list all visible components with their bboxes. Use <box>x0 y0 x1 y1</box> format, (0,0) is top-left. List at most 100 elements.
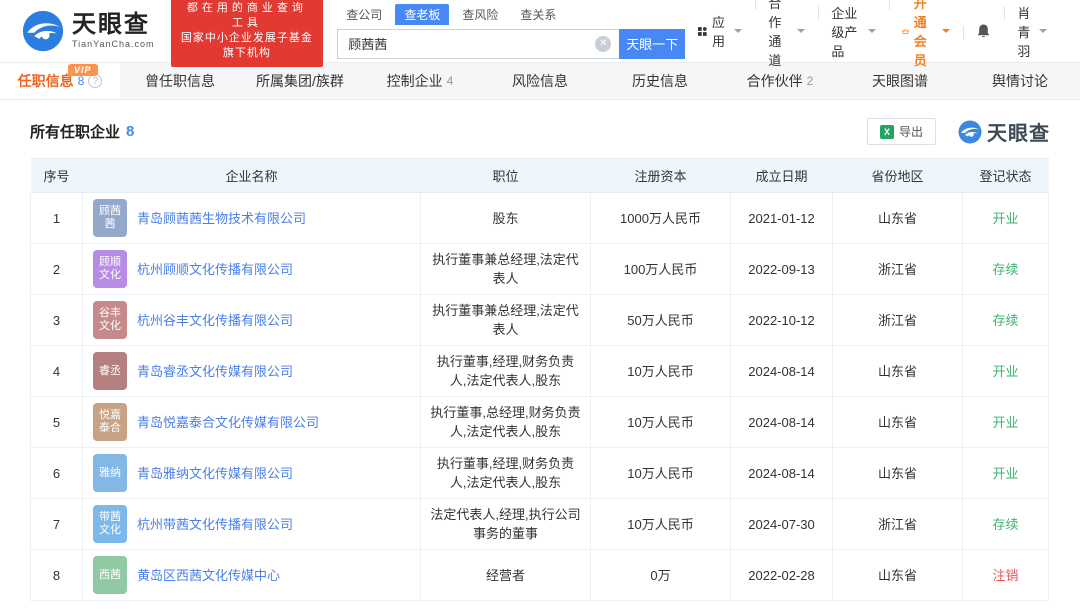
capital-cell: 10万人民币 <box>591 397 731 448</box>
profile-nav: 任职信息 8 ? VIP 曾任职信息 所属集团/族群 控制企业 4 风险信息 历… <box>0 62 1080 100</box>
tab-controlled-companies[interactable]: 控制企业 4 <box>360 63 480 99</box>
vip-badge: VIP <box>68 64 98 76</box>
chevron-down-icon <box>734 29 742 37</box>
bell-icon <box>976 23 991 39</box>
tab-risk-info[interactable]: 风险信息 <box>480 63 600 99</box>
tab-count: 2 <box>807 74 814 88</box>
menu-apps-label: 应用 <box>712 12 729 50</box>
search-tabs: 查公司 查老板 查风险 查关系 <box>337 4 685 25</box>
notification-bell[interactable] <box>963 23 1004 39</box>
table-row: 2 顾顺文化 杭州顾顺文化传播有限公司 执行董事兼总经理,法定代表人 100万人… <box>31 244 1049 295</box>
company-logo: 顾茜茜 <box>93 199 127 237</box>
date-cell: 2022-09-13 <box>731 244 833 295</box>
company-link[interactable]: 青岛雅纳文化传媒有限公司 <box>137 464 293 483</box>
province-cell: 山东省 <box>833 448 963 499</box>
status-cell: 存续 <box>963 295 1049 346</box>
position-cell: 执行董事兼总经理,法定代表人 <box>421 295 591 346</box>
status-cell: 开业 <box>963 397 1049 448</box>
crown-icon <box>902 25 909 38</box>
tianyancha-watermark: 天眼查 <box>958 117 1050 146</box>
status-cell: 开业 <box>963 448 1049 499</box>
clear-search-icon[interactable]: ✕ <box>595 36 611 52</box>
tab-group[interactable]: 所属集团/族群 <box>240 63 360 99</box>
row-index: 4 <box>31 346 83 397</box>
capital-cell: 0万 <box>591 550 731 601</box>
menu-cooperation[interactable]: 合作通道 <box>755 0 818 69</box>
capital-cell: 10万人民币 <box>591 448 731 499</box>
col-position: 职位 <box>421 159 591 193</box>
promo-banner: 都在用的商业查询工具 国家中小企业发展子基金旗下机构 <box>171 0 324 67</box>
company-logo: 带茜文化 <box>93 505 127 543</box>
tab-past-employment[interactable]: 曾任职信息 <box>120 63 240 99</box>
status-cell: 开业 <box>963 346 1049 397</box>
company-link[interactable]: 青岛顾茜茜生物技术有限公司 <box>137 209 306 228</box>
col-company: 企业名称 <box>83 159 421 193</box>
tab-partners[interactable]: 合作伙伴 2 <box>720 63 840 99</box>
menu-apps[interactable]: 应用 <box>685 12 755 50</box>
date-cell: 2024-08-14 <box>731 397 833 448</box>
table-row: 8 西茜 黄岛区西茜文化传媒中心 经营者 0万 2022-02-28 山东省 注… <box>31 550 1049 601</box>
capital-cell: 10万人民币 <box>591 346 731 397</box>
tab-label: 所属集团/族群 <box>256 71 344 91</box>
tab-label: 天眼图谱 <box>872 71 928 91</box>
province-cell: 山东省 <box>833 346 963 397</box>
table-row: 7 带茜文化 杭州带茜文化传播有限公司 法定代表人,经理,执行公司事务的董事 1… <box>31 499 1049 550</box>
company-link[interactable]: 黄岛区西茜文化传媒中心 <box>137 566 280 585</box>
company-link[interactable]: 青岛睿丞文化传媒有限公司 <box>137 362 293 381</box>
date-cell: 2024-07-30 <box>731 499 833 550</box>
chevron-down-icon <box>942 29 950 37</box>
row-index: 2 <box>31 244 83 295</box>
user-menu[interactable]: 肖青羽 <box>1004 3 1060 60</box>
company-link[interactable]: 杭州顾顺文化传播有限公司 <box>137 260 293 279</box>
company-link[interactable]: 青岛悦嘉泰合文化传媒有限公司 <box>137 413 319 432</box>
company-logo: 西茜 <box>93 556 127 594</box>
date-cell: 2022-10-12 <box>731 295 833 346</box>
table-row: 6 雅纳 青岛雅纳文化传媒有限公司 执行董事,经理,财务负责人,法定代表人,股东… <box>31 448 1049 499</box>
search-tab-company[interactable]: 查公司 <box>337 4 391 25</box>
col-status: 登记状态 <box>963 159 1049 193</box>
menu-membership[interactable]: 开通会员 <box>889 0 963 69</box>
company-link[interactable]: 杭州带茜文化传播有限公司 <box>137 515 293 534</box>
search-tab-risk[interactable]: 查风险 <box>453 4 507 25</box>
tab-graph[interactable]: 天眼图谱 <box>840 63 960 99</box>
province-cell: 山东省 <box>833 397 963 448</box>
tab-history-info[interactable]: 历史信息 <box>600 63 720 99</box>
status-cell: 存续 <box>963 244 1049 295</box>
col-province: 省份地区 <box>833 159 963 193</box>
table-row: 3 谷丰文化 杭州谷丰文化传播有限公司 执行董事兼总经理,法定代表人 50万人民… <box>31 295 1049 346</box>
brand-title: 天眼查 <box>72 13 155 37</box>
table-row: 5 悦嘉泰合 青岛悦嘉泰合文化传媒有限公司 执行董事,总经理,财务负责人,法定代… <box>31 397 1049 448</box>
chevron-down-icon <box>797 29 805 37</box>
search-tab-boss[interactable]: 查老板 <box>395 4 449 25</box>
capital-cell: 50万人民币 <box>591 295 731 346</box>
tab-employment[interactable]: 任职信息 8 ? VIP <box>0 63 120 99</box>
menu-enterprise-label: 企业级产品 <box>831 3 862 60</box>
search-input[interactable] <box>337 29 619 59</box>
help-icon[interactable]: ? <box>88 74 102 88</box>
employment-table: 序号 企业名称 职位 注册资本 成立日期 省份地区 登记状态 1 顾茜茜 青岛顾… <box>30 158 1049 601</box>
company-logo: 雅纳 <box>93 454 127 492</box>
table-header-row: 序号 企业名称 职位 注册资本 成立日期 省份地区 登记状态 <box>31 159 1049 193</box>
search-tab-relation[interactable]: 查关系 <box>511 4 565 25</box>
brand-subtitle: TianYanCha.com <box>72 39 155 49</box>
province-cell: 浙江省 <box>833 295 963 346</box>
export-button[interactable]: X 导出 <box>867 118 936 145</box>
section-header: 所有任职企业 8 X 导出 天眼查 <box>30 117 1050 146</box>
search-button[interactable]: 天眼一下 <box>619 29 685 59</box>
search-box: 查公司 查老板 查风险 查关系 ✕ 天眼一下 <box>337 4 685 59</box>
menu-enterprise-products[interactable]: 企业级产品 <box>818 3 888 60</box>
position-cell: 法定代表人,经理,执行公司事务的董事 <box>421 499 591 550</box>
col-capital: 注册资本 <box>591 159 731 193</box>
tab-public-opinion[interactable]: 舆情讨论 <box>960 63 1080 99</box>
chevron-down-icon <box>1039 29 1047 37</box>
province-cell: 浙江省 <box>833 499 963 550</box>
promo-line2: 国家中小企业发展子基金旗下机构 <box>181 31 314 61</box>
date-cell: 2022-02-28 <box>731 550 833 601</box>
position-cell: 经营者 <box>421 550 591 601</box>
top-header: 天眼查 TianYanCha.com 都在用的商业查询工具 国家中小企业发展子基… <box>0 0 1080 62</box>
row-index: 1 <box>31 193 83 244</box>
tab-count: 4 <box>447 74 454 88</box>
status-cell: 开业 <box>963 193 1049 244</box>
tianyancha-logo[interactable]: 天眼查 TianYanCha.com <box>22 10 155 52</box>
company-link[interactable]: 杭州谷丰文化传播有限公司 <box>137 311 293 330</box>
